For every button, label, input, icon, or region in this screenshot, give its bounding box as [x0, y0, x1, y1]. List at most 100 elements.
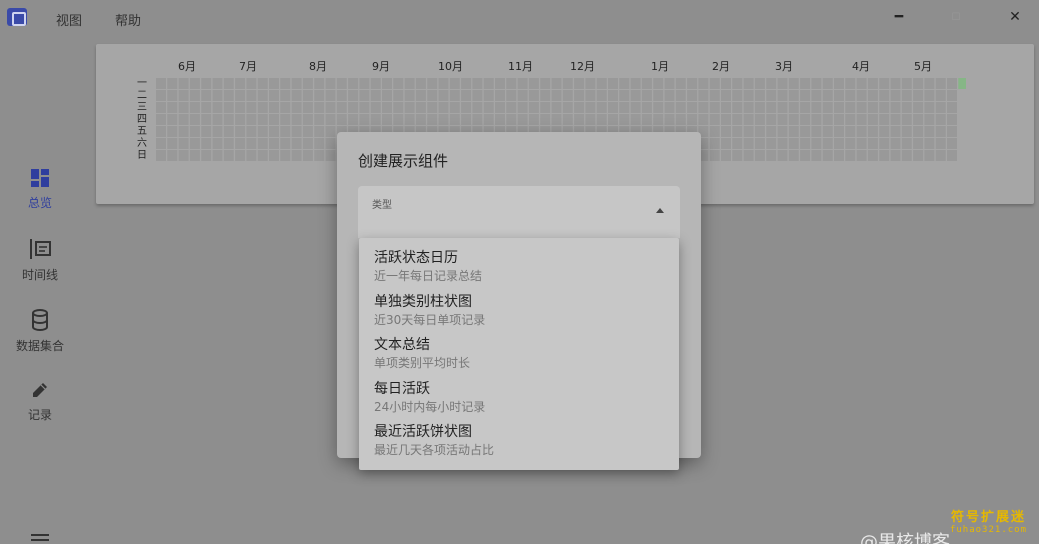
- heatmap-cell: [472, 90, 483, 101]
- heatmap-cell: [314, 114, 325, 125]
- heatmap-cell: [800, 90, 811, 101]
- heatmap-cell: [619, 78, 630, 89]
- option-activity-calendar[interactable]: 活跃状态日历 近一年每日记录总结: [359, 248, 679, 292]
- heatmap-cell: [393, 114, 404, 125]
- heatmap-cell: [370, 102, 381, 113]
- month-label: 6月: [178, 60, 196, 73]
- heatmap-cell: [167, 150, 178, 161]
- heatmap-cell: [743, 126, 754, 137]
- option-text-summary[interactable]: 文本总结 单项类别平均时长: [359, 335, 679, 379]
- heatmap-cell: [901, 90, 912, 101]
- heatmap-cell: [777, 102, 788, 113]
- heatmap-cell: [585, 90, 596, 101]
- heatmap-cell: [822, 90, 833, 101]
- heatmap-cell: [766, 126, 777, 137]
- nav-timeline[interactable]: 时间线: [5, 238, 75, 283]
- heatmap-cell: [856, 114, 867, 125]
- heatmap-cell: [314, 90, 325, 101]
- heatmap-cell: [201, 78, 212, 89]
- maximize-button[interactable]: ☐: [943, 6, 969, 28]
- option-category-bar-chart[interactable]: 单独类别柱状图 近30天每日单项记录: [359, 292, 679, 336]
- heatmap-cell: [302, 126, 313, 137]
- heatmap-cell: [675, 102, 686, 113]
- hamburger-menu-icon[interactable]: [30, 531, 50, 544]
- heatmap-cell: [438, 78, 449, 89]
- heatmap-cell: [506, 114, 517, 125]
- heatmap-cell: [325, 114, 336, 125]
- heatmap-cell: [178, 102, 189, 113]
- heatmap-cell: [393, 78, 404, 89]
- heatmap-cell: [269, 90, 279, 101]
- heatmap-cell: [913, 150, 924, 161]
- heatmap-cell: [370, 90, 381, 101]
- heatmap-cell: [924, 102, 935, 113]
- heatmap-cell: [721, 78, 731, 89]
- heatmap-cell: [947, 90, 957, 101]
- heatmap-cell: [619, 90, 630, 101]
- heatmap-cell: [754, 114, 765, 125]
- menu-help[interactable]: 帮助: [115, 10, 141, 29]
- nav-database[interactable]: 数据集合: [5, 309, 75, 354]
- heatmap-cell: [822, 126, 833, 137]
- heatmap-cell: [732, 78, 743, 89]
- heatmap-cell: [156, 138, 166, 149]
- heatmap-cell: [596, 90, 607, 101]
- option-daily-activity[interactable]: 每日活跃 24小时内每小时记录: [359, 379, 679, 423]
- option-title: 最近活跃饼状图: [374, 424, 472, 440]
- heatmap-cell: [201, 150, 212, 161]
- heatmap-cell: [235, 150, 246, 161]
- heatmap-cell: [291, 78, 302, 89]
- heatmap-cell: [280, 126, 291, 137]
- heatmap-cell: [709, 126, 720, 137]
- type-select[interactable]: 类型: [358, 186, 680, 238]
- heatmap-cell: [370, 78, 381, 89]
- heatmap-cell: [811, 90, 822, 101]
- heatmap-cell: [845, 102, 856, 113]
- heatmap-cell: [958, 78, 966, 89]
- heatmap-cell: [246, 78, 257, 89]
- heatmap-cell: [302, 78, 313, 89]
- heatmap-cell: [845, 78, 856, 89]
- nav-record[interactable]: 记录: [5, 380, 75, 423]
- heatmap-cell: [800, 138, 811, 149]
- heatmap-cell: [348, 78, 359, 89]
- heatmap-cell: [551, 102, 562, 113]
- heatmap-cell: [811, 126, 822, 137]
- weekday-label: 二: [137, 90, 147, 101]
- heatmap-cell: [574, 90, 585, 101]
- heatmap-cell: [302, 102, 313, 113]
- nav-overview[interactable]: 总览: [5, 168, 75, 211]
- nav-timeline-label: 时间线: [21, 268, 58, 282]
- heatmap-cell: [551, 90, 562, 101]
- heatmap-cell: [867, 78, 878, 89]
- heatmap-cell: [449, 78, 460, 89]
- heatmap-cell: [947, 150, 957, 161]
- heatmap-cell: [325, 138, 336, 149]
- heatmap-cell: [302, 150, 313, 161]
- heatmap-cell: [947, 138, 957, 149]
- heatmap-cell: [721, 114, 731, 125]
- option-recent-pie-chart[interactable]: 最近活跃饼状图 最近几天各项活动占比: [359, 422, 679, 466]
- weekday-label: 一: [137, 78, 147, 89]
- heatmap-cell: [698, 102, 709, 113]
- heatmap-cell: [608, 114, 618, 125]
- heatmap-cell: [167, 78, 178, 89]
- heatmap-cell: [721, 150, 731, 161]
- heatmap-cell: [743, 102, 754, 113]
- heatmap-cell: [325, 102, 336, 113]
- heatmap-cell: [856, 102, 867, 113]
- heatmap-cell: [766, 138, 777, 149]
- heatmap-cell: [901, 102, 912, 113]
- heatmap-cell: [257, 90, 268, 101]
- close-button[interactable]: ✕: [1002, 6, 1028, 28]
- heatmap-cell: [201, 114, 212, 125]
- minimize-button[interactable]: ━: [886, 6, 912, 28]
- heatmap-cell: [834, 126, 844, 137]
- heatmap-cell: [348, 102, 359, 113]
- heatmap-cell: [314, 102, 325, 113]
- heatmap-cell: [167, 102, 178, 113]
- title-bar: 视图 帮助 ━ ☐ ✕: [0, 0, 1039, 36]
- heatmap-cell: [189, 90, 200, 101]
- heatmap-cell: [280, 90, 291, 101]
- menu-view[interactable]: 视图: [56, 10, 82, 29]
